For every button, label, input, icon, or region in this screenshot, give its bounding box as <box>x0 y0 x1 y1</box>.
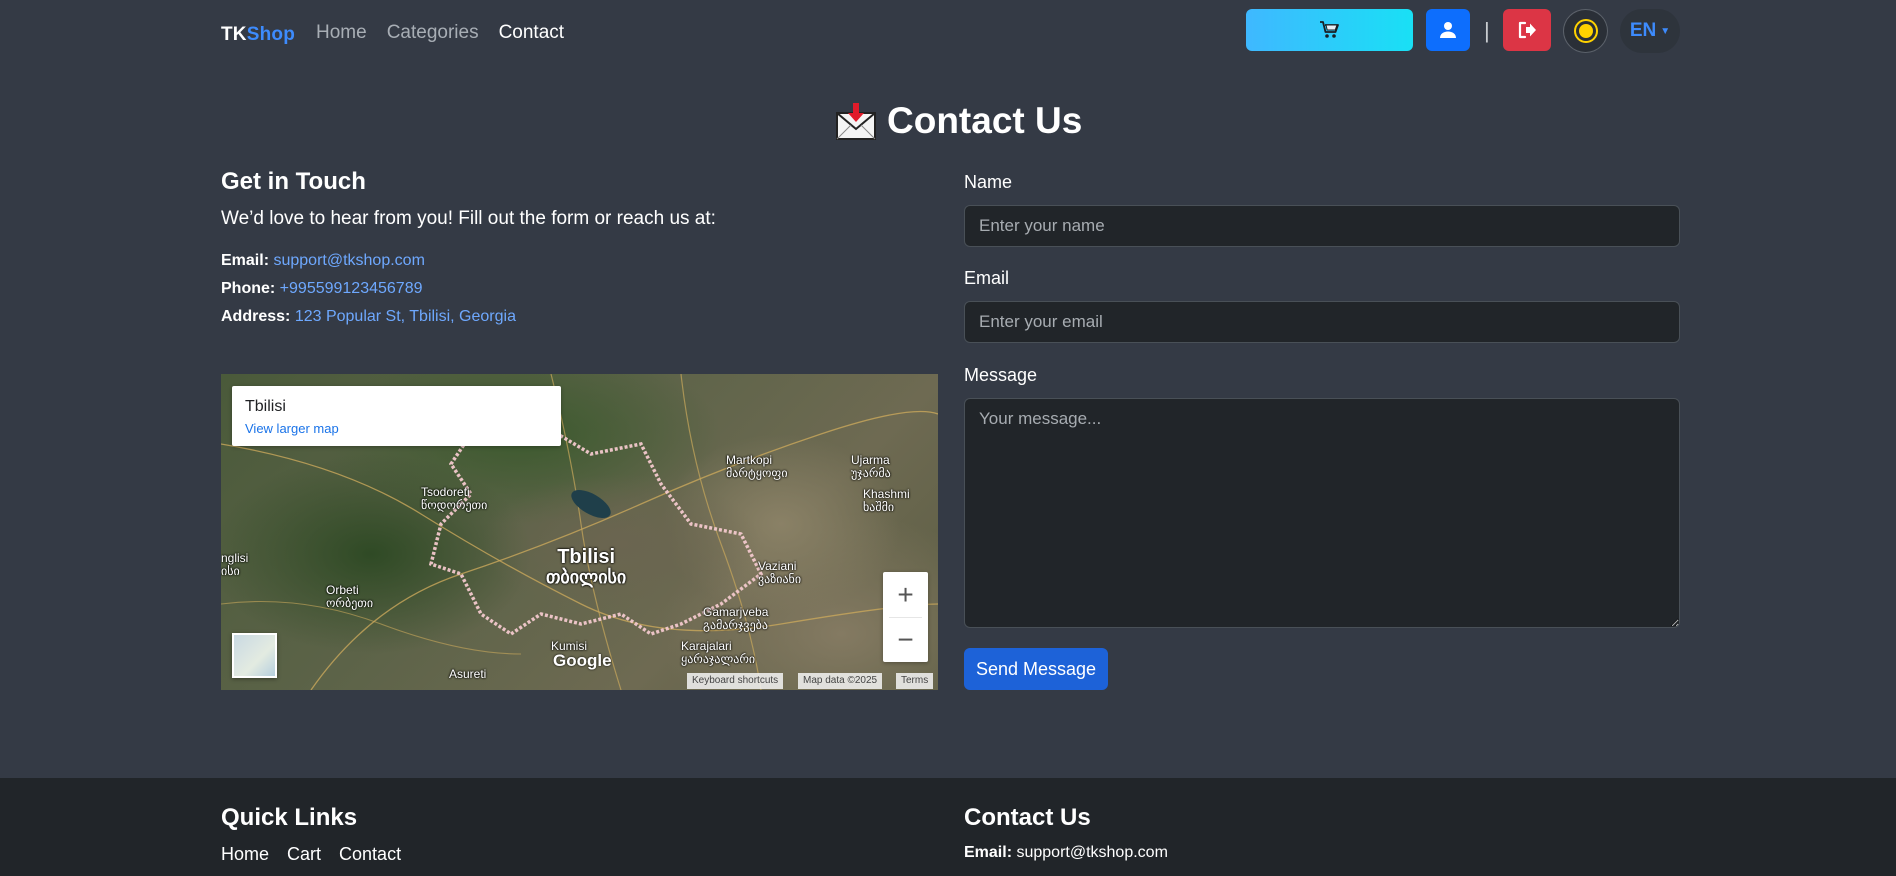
page-heading: Contact Us <box>887 100 1083 141</box>
map-info-card: Tbilisi View larger map <box>232 386 561 446</box>
footer-link-contact[interactable]: Contact <box>339 844 401 865</box>
map-label-vaziani: Vaziani ვაზიანი <box>758 559 802 587</box>
map-label-partial: nglisi ისი <box>221 551 248 579</box>
footer-contact-title: Contact Us <box>964 804 1091 831</box>
phone-label: Phone: <box>221 280 276 297</box>
map-zoom-controls: + − <box>883 572 928 662</box>
map-terms-link[interactable]: Terms <box>896 673 934 689</box>
contact-phone-row: Phone: +995599123456789 <box>221 280 423 298</box>
map-place-name: Tbilisi <box>245 398 286 415</box>
contact-address-row: Address: 123 Popular St, Tbilisi, Georgi… <box>221 308 516 326</box>
zoom-in-button[interactable]: + <box>883 572 928 617</box>
map-label-ka: ვაზიანი <box>758 572 802 587</box>
map-label-martkopi: Martkopi მარტყოფი <box>726 453 788 481</box>
keyboard-shortcuts-link[interactable]: Keyboard shortcuts <box>687 673 784 689</box>
map-label-khashmi: Khashmi ხაშმი <box>863 487 910 515</box>
name-input[interactable] <box>964 205 1680 247</box>
user-icon <box>1440 22 1456 38</box>
nav-links: Home Categories Contact <box>316 22 584 44</box>
brand-tk: TK <box>221 24 247 45</box>
map-label-ka: ყარაჯალარი <box>681 652 756 667</box>
map-data-attribution: Map data ©2025 <box>798 673 883 689</box>
language-label: EN <box>1629 20 1657 41</box>
map-city-label: Tbilisi თბილისი <box>546 546 626 588</box>
map-embed[interactable]: Tbilisi View larger map Tbilisi თბილისი … <box>221 374 938 690</box>
nav-separator: | <box>1484 18 1490 43</box>
phone-link[interactable]: +995599123456789 <box>280 280 423 297</box>
page-title: Contact Us <box>835 98 1082 144</box>
footer: Quick Links Home Cart Contact Contact Us… <box>0 778 1896 876</box>
zoom-out-button[interactable]: − <box>883 617 928 662</box>
map-city-georgian: თბილისი <box>546 567 627 587</box>
cart-button[interactable] <box>1246 9 1413 51</box>
contact-email-row: Email: support@tkshop.com <box>221 252 425 270</box>
google-logo: Google <box>553 651 612 670</box>
map-label-ka: მარტყოფი <box>726 466 788 481</box>
brand-shop: Shop <box>246 24 296 45</box>
logout-icon <box>1518 21 1536 39</box>
footer-email-label: Email: <box>964 844 1013 861</box>
email-label: Email: <box>221 252 270 269</box>
map-label-gamarjveba: Gamarjveba გამარჯვება <box>703 605 768 633</box>
footer-link-home[interactable]: Home <box>221 844 269 865</box>
map-label-asureti: Asureti <box>449 667 487 681</box>
map-label-orbeti: Orbeti ორბეთი <box>326 583 374 611</box>
language-dropdown[interactable]: EN ▼ <box>1620 9 1680 53</box>
message-textarea[interactable] <box>964 398 1680 628</box>
map-label-karajalari: Karajalari ყარაჯალარი <box>681 639 756 667</box>
address-link[interactable]: 123 Popular St, Tbilisi, Georgia <box>295 308 516 325</box>
footer-email-value[interactable]: support@tkshop.com <box>1016 844 1167 861</box>
map-layer-toggle[interactable] <box>232 633 277 678</box>
brand-logo[interactable]: TKShop <box>221 24 295 46</box>
footer-quick-links: Home Cart Contact <box>221 844 419 865</box>
map-label-tsodoreti: Tsodoreti წოდორეთი <box>421 485 488 513</box>
nav-link-contact[interactable]: Contact <box>499 22 564 44</box>
map-label-en: Asureti <box>449 667 487 681</box>
footer-email-row: Email: support@tkshop.com <box>964 844 1168 862</box>
map-label-ka: გამარჯვება <box>703 618 768 633</box>
map-label-ka: წოდორეთი <box>421 498 488 513</box>
theme-toggle-button[interactable] <box>1563 9 1608 53</box>
email-link[interactable]: support@tkshop.com <box>273 252 424 269</box>
map-label-ka: ისი <box>221 564 240 579</box>
user-button[interactable] <box>1426 9 1470 51</box>
email-field-label: Email <box>964 268 1010 288</box>
map-label-ka: ხაშმი <box>863 500 895 515</box>
map-label-ka: უჯარმა <box>851 466 891 481</box>
sun-icon <box>1578 24 1593 38</box>
chevron-down-icon: ▼ <box>1660 25 1671 37</box>
shopping-cart-icon <box>1319 21 1339 38</box>
intro-text: We’d love to hear from you! Fill out the… <box>221 208 716 229</box>
email-input[interactable] <box>964 301 1680 343</box>
map-label-ka: ორბეთი <box>326 596 374 611</box>
logout-button[interactable] <box>1503 9 1551 51</box>
footer-quick-links-title: Quick Links <box>221 804 358 831</box>
get-in-touch-heading: Get in Touch <box>221 168 366 195</box>
footer-link-cart[interactable]: Cart <box>287 844 321 865</box>
envelope-icon <box>836 103 876 140</box>
send-message-button[interactable]: Send Message <box>964 648 1108 690</box>
name-label: Name <box>964 172 1013 192</box>
message-label: Message <box>964 365 1038 385</box>
nav-link-home[interactable]: Home <box>316 22 367 44</box>
map-city-latin: Tbilisi <box>557 546 616 568</box>
view-larger-map-link[interactable]: View larger map <box>245 421 339 436</box>
navbar: TKShop Home Categories Contact | EN ▼ <box>0 0 1896 68</box>
address-label: Address: <box>221 308 291 325</box>
nav-link-categories[interactable]: Categories <box>387 22 479 44</box>
map-label-ujarma: Ujarma უჯარმა <box>851 453 891 481</box>
